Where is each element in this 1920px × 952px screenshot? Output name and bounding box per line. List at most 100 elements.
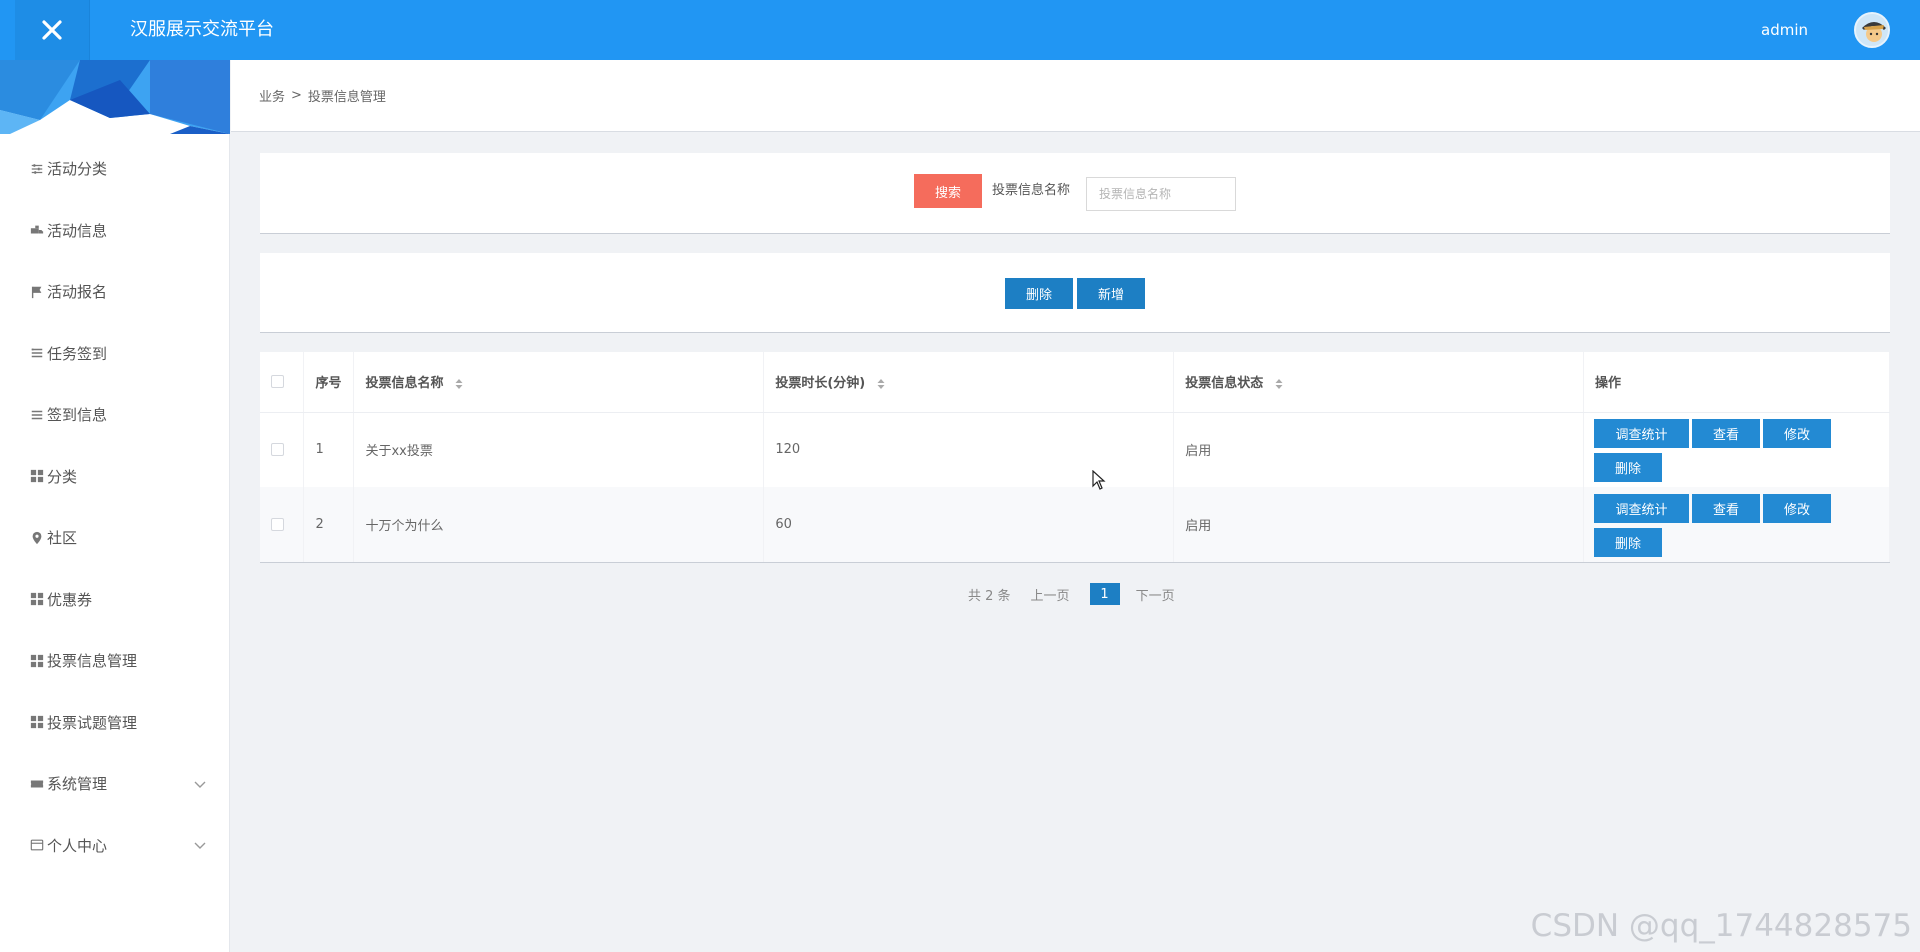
cell-duration: 120 (763, 412, 1175, 487)
sidebar: 活动分类 活动信息 活动报名 任务签到 签到信息 分类 社区 优惠券 投票信息管… (0, 60, 230, 952)
delete-button[interactable]: 删除 (1005, 278, 1073, 309)
view-button[interactable]: 查看 (1692, 493, 1761, 523)
sidebar-item-system[interactable]: 系统管理 (0, 753, 229, 815)
sidebar-item-label: 活动分类 (47, 160, 108, 179)
sidebar-menu: 活动分类 活动信息 活动报名 任务签到 签到信息 分类 社区 优惠券 投票信息管… (0, 138, 229, 876)
top-bar: 汉服展示交流平台 admin (0, 0, 1920, 60)
app-title: 汉服展示交流平台 (130, 19, 274, 40)
sliders-icon (29, 161, 45, 177)
grid-icon (29, 468, 45, 484)
search-button[interactable]: 搜索 (914, 174, 982, 208)
close-icon[interactable] (15, 0, 90, 60)
ticket-icon (29, 776, 45, 792)
edit-button[interactable]: 修改 (1763, 493, 1832, 523)
data-table: 序号 投票信息名称 投票时长(分钟) 投票信息状态 操作 1 关于xx投票 12… (260, 352, 1890, 563)
sidebar-item-label: 活动信息 (47, 221, 108, 240)
chevron-down-icon[interactable] (193, 838, 207, 852)
mouse-cursor-icon (1092, 470, 1106, 490)
breadcrumb: 业务 > 投票信息管理 (231, 60, 1920, 132)
row-delete-button[interactable]: 删除 (1594, 452, 1663, 482)
cell-name: 关于xx投票 (353, 412, 765, 487)
cell-ops: 调查统计 查看 修改 删除 (1583, 487, 1890, 562)
list-icon (29, 345, 45, 361)
sidebar-item-label: 任务签到 (47, 344, 108, 363)
flag-icon (29, 284, 45, 300)
sidebar-item-label: 社区 (47, 529, 78, 548)
view-button[interactable]: 查看 (1692, 418, 1761, 448)
cell-index: 1 (303, 412, 355, 487)
sidebar-item-task-checkin[interactable]: 任务签到 (0, 323, 229, 385)
col-header-name-label: 投票信息名称 (365, 376, 444, 392)
search-panel: 搜索 投票信息名称 (260, 153, 1890, 234)
sidebar-item-community[interactable]: 社区 (0, 507, 229, 569)
truck-icon (29, 222, 45, 238)
search-input[interactable] (1086, 177, 1236, 211)
col-header-index: 序号 (303, 352, 355, 413)
sort-icon[interactable] (1274, 378, 1284, 390)
action-panel: 删除 新增 (260, 253, 1890, 333)
sidebar-item-activity-info[interactable]: 活动信息 (0, 200, 229, 262)
location-pin-icon (29, 530, 45, 546)
sidebar-item-vote-questions[interactable]: 投票试题管理 (0, 692, 229, 754)
pagination-total: 共 2 条 (968, 588, 1011, 604)
cell-name: 十万个为什么 (353, 487, 765, 562)
col-header-duration-label: 投票时长(分钟) (775, 376, 866, 392)
cell-ops: 调查统计 查看 修改 删除 (1583, 412, 1890, 487)
list-icon (29, 407, 45, 423)
sidebar-item-activity-signup[interactable]: 活动报名 (0, 261, 229, 323)
sidebar-item-category[interactable]: 分类 (0, 446, 229, 508)
row-checkbox[interactable] (271, 443, 284, 457)
stats-button[interactable]: 调查统计 (1594, 493, 1690, 523)
sidebar-item-label: 优惠券 (47, 590, 93, 609)
sidebar-item-label: 系统管理 (47, 775, 108, 794)
sidebar-item-label: 分类 (47, 467, 78, 486)
col-header-duration[interactable]: 投票时长(分钟) (763, 352, 1175, 413)
pagination: 共 2 条 上一页 1 下一页 (968, 583, 1195, 605)
next-page-link[interactable]: 下一页 (1136, 585, 1175, 604)
stats-button[interactable]: 调查统计 (1594, 418, 1690, 448)
add-button[interactable]: 新增 (1077, 278, 1145, 309)
cell-status: 启用 (1173, 412, 1585, 487)
sidebar-item-coupons[interactable]: 优惠券 (0, 569, 229, 631)
avatar[interactable] (1854, 12, 1890, 48)
sort-icon[interactable] (876, 378, 886, 390)
current-page-button[interactable]: 1 (1089, 583, 1120, 605)
col-header-status[interactable]: 投票信息状态 (1173, 352, 1585, 413)
search-field-label: 投票信息名称 (992, 183, 1071, 198)
row-delete-button[interactable]: 删除 (1594, 527, 1663, 557)
row-select-cell (260, 487, 305, 562)
col-header-status-label: 投票信息状态 (1185, 376, 1264, 392)
breadcrumb-current: 投票信息管理 (307, 90, 386, 105)
col-header-name[interactable]: 投票信息名称 (353, 352, 765, 413)
row-select-cell (260, 412, 305, 487)
grid-icon (29, 591, 45, 607)
grid-icon (29, 653, 45, 669)
row-checkbox[interactable] (271, 518, 284, 531)
sidebar-item-label: 签到信息 (47, 406, 108, 425)
breadcrumb-parent[interactable]: 业务 (259, 86, 285, 105)
sidebar-item-vote-info[interactable]: 投票信息管理 (0, 630, 229, 692)
sidebar-item-label: 投票信息管理 (47, 652, 138, 671)
table-header-row: 序号 投票信息名称 投票时长(分钟) 投票信息状态 操作 (260, 352, 1890, 413)
edit-button[interactable]: 修改 (1763, 418, 1832, 448)
prev-page-link[interactable]: 上一页 (1031, 585, 1070, 604)
grid-icon (29, 714, 45, 730)
sidebar-item-checkin-info[interactable]: 签到信息 (0, 384, 229, 446)
cell-duration: 60 (763, 487, 1175, 562)
sidebar-item-label: 个人中心 (47, 836, 108, 855)
col-header-ops: 操作 (1583, 352, 1890, 413)
table-row: 2 十万个为什么 60 启用 调查统计 查看 修改 删除 (260, 487, 1890, 562)
cell-index: 2 (303, 487, 355, 562)
chevron-down-icon[interactable] (193, 777, 207, 791)
select-all-cell (260, 352, 305, 413)
sort-icon[interactable] (454, 378, 464, 390)
sidebar-item-label: 投票试题管理 (47, 713, 138, 732)
user-name[interactable]: admin (1761, 0, 1808, 60)
breadcrumb-separator: > (291, 88, 302, 103)
card-icon (29, 837, 45, 853)
watermark: CSDN @qq_1744828575 (1530, 908, 1912, 944)
sidebar-banner (0, 60, 230, 134)
sidebar-item-profile[interactable]: 个人中心 (0, 815, 229, 877)
select-all-checkbox[interactable] (271, 375, 284, 389)
sidebar-item-activity-category[interactable]: 活动分类 (0, 138, 229, 200)
